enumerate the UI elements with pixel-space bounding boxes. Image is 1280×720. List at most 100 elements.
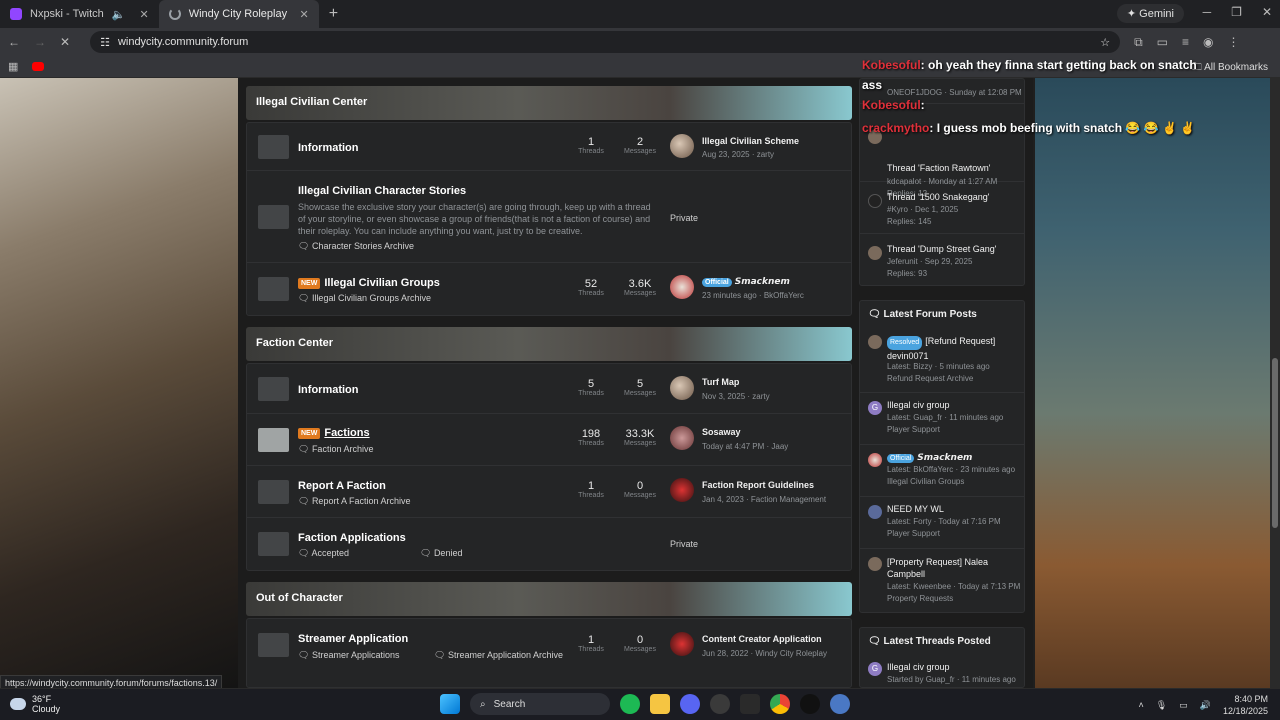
sidebar-thread-item[interactable]: Thread 'Dump Street Gang' Jeferunit · Se… — [860, 234, 1024, 286]
tab-twitch[interactable]: Nxpski - Twitch 🔈 ✕ — [0, 0, 159, 28]
sidebar-thread-item[interactable]: Thread '1500 Snakegang' #Kyro · Dec 1, 2… — [860, 182, 1024, 234]
subforum-link-archive[interactable]: 🗨 Streamer Application Archive — [434, 650, 563, 661]
app-g-icon[interactable] — [800, 694, 820, 714]
spotify-icon[interactable] — [620, 694, 640, 714]
forum-title[interactable]: NEW Illegal Civilian Groups — [298, 277, 440, 289]
latest-thread-title[interactable]: Official 𝙎𝙢𝙖𝙘𝙠𝙣𝙚𝙢 — [702, 276, 790, 287]
post-title[interactable]: Illegal civ group — [887, 400, 950, 410]
youtube-icon[interactable] — [32, 62, 45, 71]
scrollbar[interactable] — [1270, 78, 1280, 688]
thread-title[interactable]: Illegal civ group — [887, 662, 950, 672]
latest-thread-item[interactable]: G Illegal civ group Started by Guap_fr ·… — [860, 654, 1024, 688]
close-window-icon[interactable]: ✕ — [1262, 5, 1272, 19]
post-title[interactable]: Resolved [Refund Request] devin0071 — [887, 335, 1017, 362]
latest-post-item[interactable]: NEED MY WL Latest: Forty · Today at 7:16… — [860, 497, 1024, 549]
close-tab-icon[interactable]: ✕ — [139, 8, 148, 21]
file-explorer-icon[interactable] — [650, 694, 670, 714]
subforum-link[interactable]: 🗨 Character Stories Archive — [298, 241, 414, 252]
menu-icon[interactable]: ⋮ — [1227, 35, 1239, 50]
forum-row-factions[interactable]: NEW Factions 🗨 Faction Archive 198 Threads… — [247, 414, 851, 466]
steam-icon[interactable] — [710, 694, 730, 714]
category-header-faction[interactable]: Faction Center — [246, 327, 852, 361]
post-title[interactable]: NEED MY WL — [887, 504, 944, 514]
volume-icon[interactable]: 🔊 — [1200, 700, 1211, 711]
microphone-icon[interactable]: 🎙 — [1156, 700, 1167, 711]
subforum-link[interactable]: 🗨 Illegal Civilian Groups Archive — [298, 293, 431, 304]
chrome-icon[interactable] — [770, 694, 790, 714]
sidepanel-icon[interactable]: ▭ — [1157, 35, 1168, 50]
forum-title[interactable]: Information — [298, 384, 359, 396]
forum-title[interactable]: Illegal Civilian Character Stories — [298, 185, 466, 197]
latest-post-item[interactable]: G Illegal civ group Latest: Guap_fr · 11… — [860, 393, 1024, 445]
restore-icon[interactable]: ❐ — [1231, 5, 1242, 19]
network-icon[interactable]: ▭ — [1179, 700, 1188, 711]
stop-icon[interactable]: ✕ — [60, 35, 70, 49]
latest-thread-title[interactable]: Illegal Civilian Scheme — [702, 136, 799, 146]
avatar[interactable] — [670, 632, 694, 656]
latest-thread-title[interactable]: Content Creator Application — [702, 634, 822, 644]
subforum-link[interactable]: 🗨 Report A Faction Archive — [298, 496, 411, 507]
forum-title[interactable]: Information — [298, 142, 359, 154]
forum-row-report-faction[interactable]: Report A Faction 🗨 Report A Faction Arch… — [247, 466, 851, 518]
subforum-link[interactable]: 🗨 Streamer Applications — [298, 650, 399, 661]
tab-windy-city[interactable]: Windy City Roleplay ✕ — [158, 0, 319, 28]
all-bookmarks-button[interactable]: 🗀 All Bookmarks — [1192, 60, 1268, 77]
apps-icon[interactable]: ▦ — [8, 60, 18, 73]
avatar[interactable] — [670, 478, 694, 502]
forum-row-character-stories[interactable]: Illegal Civilian Character Stories Showc… — [247, 171, 851, 263]
forum-row-streamer-application[interactable]: Streamer Application 🗨 Streamer Applicat… — [247, 619, 851, 671]
gemini-button[interactable]: ✦ Gemini — [1116, 4, 1184, 23]
forum-row-information[interactable]: Information 1 Threads 2 Messages Illegal C… — [247, 123, 851, 171]
minimize-icon[interactable]: ─ — [1203, 5, 1212, 19]
latest-thread-title[interactable]: Faction Report Guidelines — [702, 480, 814, 490]
media-icon[interactable]: ≡ — [1182, 35, 1189, 50]
sidebar-thread-title[interactable]: Thread 'Faction Rawtown' — [887, 163, 990, 173]
latest-thread-title[interactable]: Turf Map — [702, 377, 739, 387]
extensions-icon[interactable]: ⧉ — [1134, 35, 1143, 50]
latest-post-item[interactable]: Resolved [Refund Request] devin0071 Lates… — [860, 327, 1024, 393]
clock[interactable]: 8:40 PM 12/18/2025 — [1223, 693, 1268, 717]
profile-icon[interactable]: ◉ — [1203, 35, 1213, 50]
close-tab-icon[interactable]: ✕ — [299, 8, 308, 21]
back-icon[interactable]: ← — [8, 35, 20, 49]
subforum-link[interactable]: 🗨 Faction Archive — [298, 444, 373, 455]
latest-post-item[interactable]: Official 𝙎𝙢𝙖𝙘𝙠𝙣𝙚𝙢 Latest: BkOffaYerc · 23… — [860, 445, 1024, 497]
avatar[interactable] — [670, 134, 694, 158]
new-tab-button[interactable]: + — [319, 5, 348, 23]
scroll-thumb[interactable] — [1272, 358, 1278, 528]
avatar[interactable]: G — [868, 401, 882, 415]
category-header-ooc[interactable]: Out of Character — [246, 582, 852, 616]
settings-icon[interactable] — [830, 694, 850, 714]
forum-title[interactable]: NEW Factions — [298, 427, 370, 439]
avatar[interactable] — [670, 426, 694, 450]
mute-icon[interactable]: 🔈 — [112, 8, 126, 21]
start-icon[interactable] — [440, 694, 460, 714]
post-title[interactable]: [Property Request] Nalea Campbell — [887, 556, 1017, 580]
avatar[interactable] — [868, 246, 882, 260]
avatar[interactable] — [868, 557, 882, 571]
address-bar[interactable]: ☷ windycity.community.forum ☆ — [90, 31, 1121, 53]
forward-icon[interactable]: → — [34, 35, 46, 49]
sidebar-thread-item[interactable]: Thread 'Faction Rawtown' kdcapalot · Mon… — [860, 104, 1024, 198]
post-title[interactable]: Official 𝙎𝙢𝙖𝙘𝙠𝙣𝙚𝙢 — [887, 452, 972, 463]
site-info-icon[interactable]: ☷ — [100, 36, 110, 49]
avatar[interactable]: G — [868, 662, 882, 676]
forum-title[interactable]: Streamer Application — [298, 633, 408, 645]
subforum-link-accepted[interactable]: 🗨 Accepted — [298, 548, 349, 559]
avatar[interactable] — [868, 194, 882, 208]
forum-title[interactable]: Report A Faction — [298, 480, 386, 492]
discord-icon[interactable] — [680, 694, 700, 714]
avatar[interactable] — [868, 453, 882, 467]
category-header-illegal[interactable]: Illegal Civilian Center — [246, 86, 852, 120]
bookmark-star-icon[interactable]: ☆ — [1100, 36, 1110, 49]
forum-row-illegal-groups[interactable]: NEW Illegal Civilian Groups 🗨 Illegal Civ… — [247, 263, 851, 315]
avatar[interactable] — [670, 376, 694, 400]
sidebar-thread-title[interactable]: Thread 'Dump Street Gang' — [887, 244, 997, 254]
latest-post-item[interactable]: [Property Request] Nalea Campbell Latest… — [860, 549, 1024, 613]
epic-games-icon[interactable] — [740, 694, 760, 714]
forum-row-faction-applications[interactable]: Faction Applications 🗨 Accepted 🗨 Denied… — [247, 518, 851, 570]
subforum-link-denied[interactable]: 🗨 Denied — [420, 548, 462, 559]
avatar[interactable] — [868, 505, 882, 519]
forum-row-faction-information[interactable]: Information 5 Threads 5 Messages Turf Map … — [247, 364, 851, 414]
chevron-up-icon[interactable]: ˄ — [1139, 700, 1144, 710]
